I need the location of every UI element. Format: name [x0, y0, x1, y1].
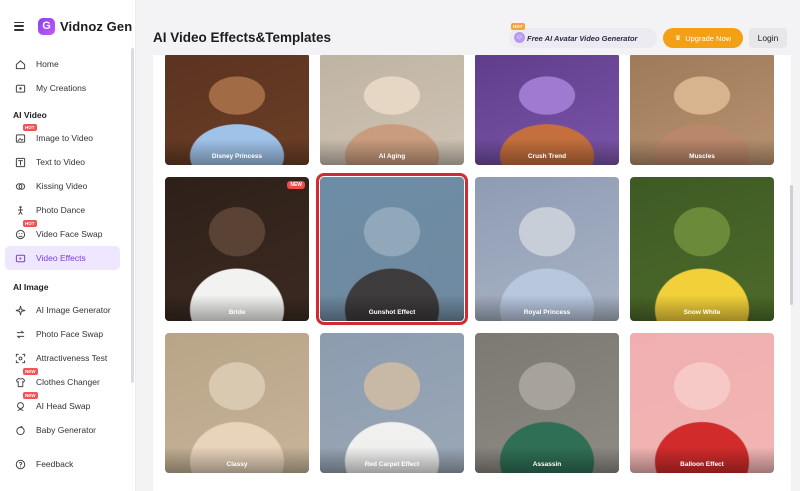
header: AI Video Effects&Templates ☺ HOT Free AI…	[137, 18, 800, 58]
effect-card-label: Bride	[165, 295, 309, 321]
effect-card-label: Crush Trend	[475, 139, 619, 165]
new-badge: NEW	[23, 392, 38, 399]
effect-card[interactable]: Balloon Effect	[630, 333, 774, 473]
sidebar-item-label: Video Face Swap	[36, 229, 103, 239]
crown-icon: ♛	[674, 35, 682, 42]
sidebar-item-label: Photo Dance	[36, 205, 86, 215]
hot-badge: HOT	[23, 220, 37, 227]
sidebar-item-label: Kissing Video	[36, 181, 88, 191]
face-swap-icon	[14, 228, 26, 240]
sidebar-scrollbar[interactable]	[131, 48, 134, 383]
sidebar-item-label: My Creations	[36, 83, 87, 93]
sidebar-item-label: Clothes Changer	[36, 377, 100, 387]
effect-card[interactable]: Disney Princess	[165, 55, 309, 165]
sidebar-item-label: AI Head Swap	[36, 401, 91, 411]
brand-bar: G Vidnoz Gen	[0, 0, 135, 52]
effects-icon	[14, 252, 26, 264]
sidebar-item-label: Text to Video	[36, 157, 85, 167]
shirt-icon	[14, 376, 26, 388]
avatar-icon: ☺	[514, 32, 525, 43]
sidebar-item-label: Home	[36, 59, 59, 69]
sidebar-item-label: Image to Video	[36, 133, 94, 143]
sidebar-item-text-to-video[interactable]: Text to Video	[5, 150, 120, 174]
logo-icon: G	[38, 17, 55, 35]
test-icon	[14, 352, 26, 364]
sidebar-item-baby-generator[interactable]: Baby Generator	[5, 418, 120, 442]
sidebar-item-label: Video Effects	[36, 253, 86, 263]
effects-grid: Disney Princess AI Aging Crush Trend Muscle…	[153, 55, 791, 491]
sidebar-item-home[interactable]: Home	[5, 52, 120, 76]
sidebar-item-label: Feedback	[36, 459, 74, 469]
sidebar-item-photo-face-swap[interactable]: Photo Face Swap	[5, 322, 120, 346]
free-ai-avatar-button[interactable]: ☺ HOT Free AI Avatar Video Generator	[509, 23, 657, 48]
hot-badge: HOT	[511, 23, 525, 30]
sidebar: G Vidnoz Gen Home My Creations AI Video …	[0, 0, 136, 491]
image-icon	[14, 132, 26, 144]
sidebar-item-my-creations[interactable]: My Creations	[5, 76, 120, 100]
page-title: AI Video Effects&Templates	[153, 30, 332, 45]
effect-card[interactable]: Gunshot Effect	[316, 173, 468, 325]
sidebar-item-clothes-changer[interactable]: NEW Clothes Changer	[5, 368, 120, 394]
effect-card[interactable]: AI Aging	[320, 55, 464, 165]
sidebar-item-label: AI Image Generator	[36, 305, 111, 315]
sidebar-item-attractiveness-test[interactable]: Attractiveness Test	[5, 346, 120, 370]
sidebar-item-label: Attractiveness Test	[36, 353, 108, 363]
sidebar-item-label: Baby Generator	[36, 425, 97, 435]
effect-card[interactable]: Assassin	[475, 333, 619, 473]
sidebar-item-image-to-video[interactable]: HOT Image to Video	[5, 124, 120, 150]
feedback-icon	[14, 458, 26, 470]
hamburger-menu-icon[interactable]	[14, 21, 24, 31]
new-badge: NEW	[287, 181, 305, 189]
swap-icon	[14, 328, 26, 340]
sidebar-item-kissing-video[interactable]: Kissing Video	[5, 174, 120, 198]
effect-card[interactable]: Royal Princess	[475, 177, 619, 321]
effect-card-label: Gunshot Effect	[320, 295, 464, 321]
login-button[interactable]: Login	[749, 28, 787, 48]
hot-badge: HOT	[23, 124, 37, 131]
effect-card-label: Red Carpet Effect	[320, 447, 464, 473]
sidebar-item-video-face-swap[interactable]: HOT Video Face Swap	[5, 220, 120, 246]
upgrade-label: Upgrade Now	[685, 33, 732, 43]
effect-card-label: Balloon Effect	[630, 447, 774, 473]
sidebar-item-video-effects[interactable]: Video Effects	[5, 246, 120, 270]
text-icon	[14, 156, 26, 168]
sidebar-item-photo-dance[interactable]: Photo Dance	[5, 198, 120, 222]
effect-card-label: Disney Princess	[165, 139, 309, 165]
section-title-ai-video: AI Video	[13, 110, 47, 120]
baby-icon	[14, 424, 26, 436]
effect-card[interactable]: Red Carpet Effect	[320, 333, 464, 473]
sidebar-item-feedback[interactable]: Feedback	[5, 452, 120, 476]
effect-card-label: AI Aging	[320, 139, 464, 165]
section-title-ai-image: AI Image	[13, 282, 49, 292]
content-scrollbar[interactable]	[790, 185, 793, 305]
logo-text: Vidnoz Gen	[60, 18, 133, 34]
folder-icon	[14, 82, 26, 94]
effect-card[interactable]: Muscles	[630, 55, 774, 165]
sidebar-item-ai-head-swap[interactable]: NEW AI Head Swap	[5, 392, 120, 418]
effect-card[interactable]: NEW Bride	[165, 177, 309, 321]
effect-card-label: Muscles	[630, 139, 774, 165]
effect-card-label: Royal Princess	[475, 295, 619, 321]
kiss-icon	[14, 180, 26, 192]
home-icon	[14, 58, 26, 70]
effect-card[interactable]: Classy	[165, 333, 309, 473]
head-icon	[14, 400, 26, 412]
upgrade-button[interactable]: ♛ Upgrade Now	[663, 28, 743, 48]
effect-card[interactable]: Snow White	[630, 177, 774, 321]
effect-card-label: Assassin	[475, 447, 619, 473]
sidebar-item-ai-image-generator[interactable]: AI Image Generator	[5, 298, 120, 322]
effect-card-label: Snow White	[630, 295, 774, 321]
new-badge: NEW	[23, 368, 38, 375]
effect-card[interactable]: Crush Trend	[475, 55, 619, 165]
promo-label: Free AI Avatar Video Generator	[527, 33, 638, 43]
effect-card-label: Classy	[165, 447, 309, 473]
sidebar-item-label: Photo Face Swap	[36, 329, 104, 339]
sparkle-icon	[14, 304, 26, 316]
dance-icon	[14, 204, 26, 216]
